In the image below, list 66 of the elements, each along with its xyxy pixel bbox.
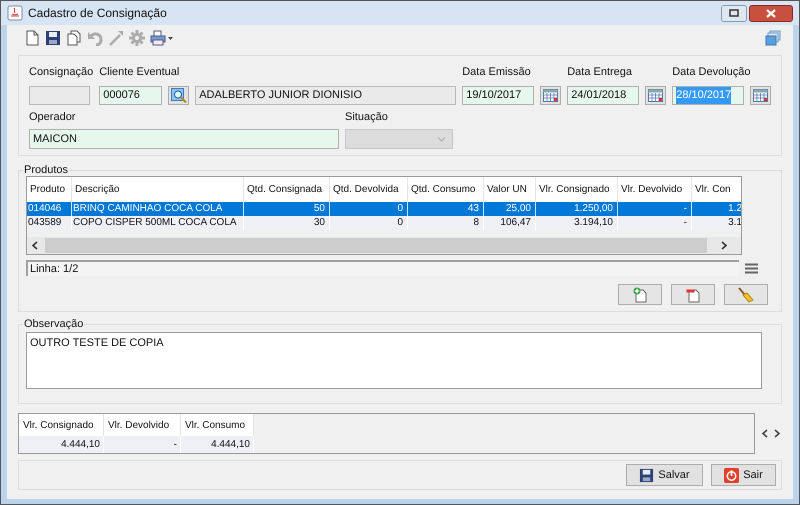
code-field[interactable]: 000076 [99,86,162,105]
calendar-icon [543,89,558,102]
search-button[interactable] [168,86,190,105]
windows-icon[interactable] [765,30,781,46]
calendar-button[interactable] [645,86,666,105]
remove-item-button[interactable] [671,284,715,305]
scroll-left-icon[interactable] [761,429,768,438]
text-field[interactable] [29,86,90,105]
broom-icon [738,286,754,302]
close-button[interactable] [749,4,793,22]
exit-button[interactable]: Sair [711,464,776,486]
field-label: Consignação [29,66,94,78]
field-label: Data Devolução [672,66,750,78]
printer-icon[interactable] [150,30,166,46]
menu-icon[interactable] [745,262,758,274]
remove-document-icon [686,286,700,302]
calendar-button[interactable] [750,86,772,105]
table-cell: 3.194,10 [536,216,618,230]
save-icon [639,468,654,482]
save-icon[interactable] [45,30,61,46]
column-header: Vlr. Consumo [181,414,254,436]
scroll-right-icon[interactable] [774,429,781,438]
table-cell: 043589 [27,216,72,230]
table-cell: COPO CISPER 500ML COCA COLA [72,216,244,230]
table-cell: 0 [330,216,408,230]
caret-icon[interactable] [168,36,173,40]
add-item-button[interactable] [618,284,662,305]
copy-icon[interactable] [66,30,82,46]
row-status-field: Linha: 1/2 [26,260,739,276]
chevron-down-icon [437,136,446,142]
scroll-right-icon[interactable] [721,241,728,250]
table-cell: 30 [244,216,330,230]
field-label: Situação [345,111,388,123]
clear-button[interactable] [724,284,768,305]
column-header: Vlr. Devolvido [104,414,181,436]
power-icon [724,468,740,482]
scrollbar-thumb[interactable] [45,238,707,253]
app-icon [7,5,23,21]
add-document-icon [633,286,647,302]
calendar-button[interactable] [540,86,562,105]
text-field[interactable]: MAICON [29,129,339,149]
date-field[interactable]: 19/10/2017 [462,86,534,105]
group-title: Observação [23,318,84,330]
window-title: Cadastro de Consignação [28,5,167,22]
field-label: Data Emissão [462,66,531,78]
field-label: Cliente Eventual [99,66,180,78]
search-icon [170,88,187,103]
notes-field[interactable]: OUTRO TESTE DE COPIA [26,332,762,389]
calendar-icon [648,89,664,102]
field-label: Data Entrega [567,66,632,78]
group-title: Produtos [23,164,70,176]
column-header: Vlr. Consignado [19,414,104,436]
calendar-icon [753,89,768,102]
text-field[interactable]: ADALBERTO JUNIOR DIONISIO [195,86,456,105]
save-button[interactable]: Salvar [626,464,703,486]
close-icon [766,8,776,18]
date-field[interactable]: 24/01/2018 [567,86,640,105]
table-cell: 106,47 [484,216,536,230]
horizontal-scrollbar[interactable] [27,237,741,254]
new-document-icon[interactable] [24,30,40,46]
restore-button[interactable] [721,4,747,22]
scroll-left-icon[interactable] [31,241,38,250]
table-cell: 8 [408,216,484,230]
table-cell: - [618,216,692,230]
field-label: Operador [29,111,76,123]
restore-icon [729,9,739,17]
